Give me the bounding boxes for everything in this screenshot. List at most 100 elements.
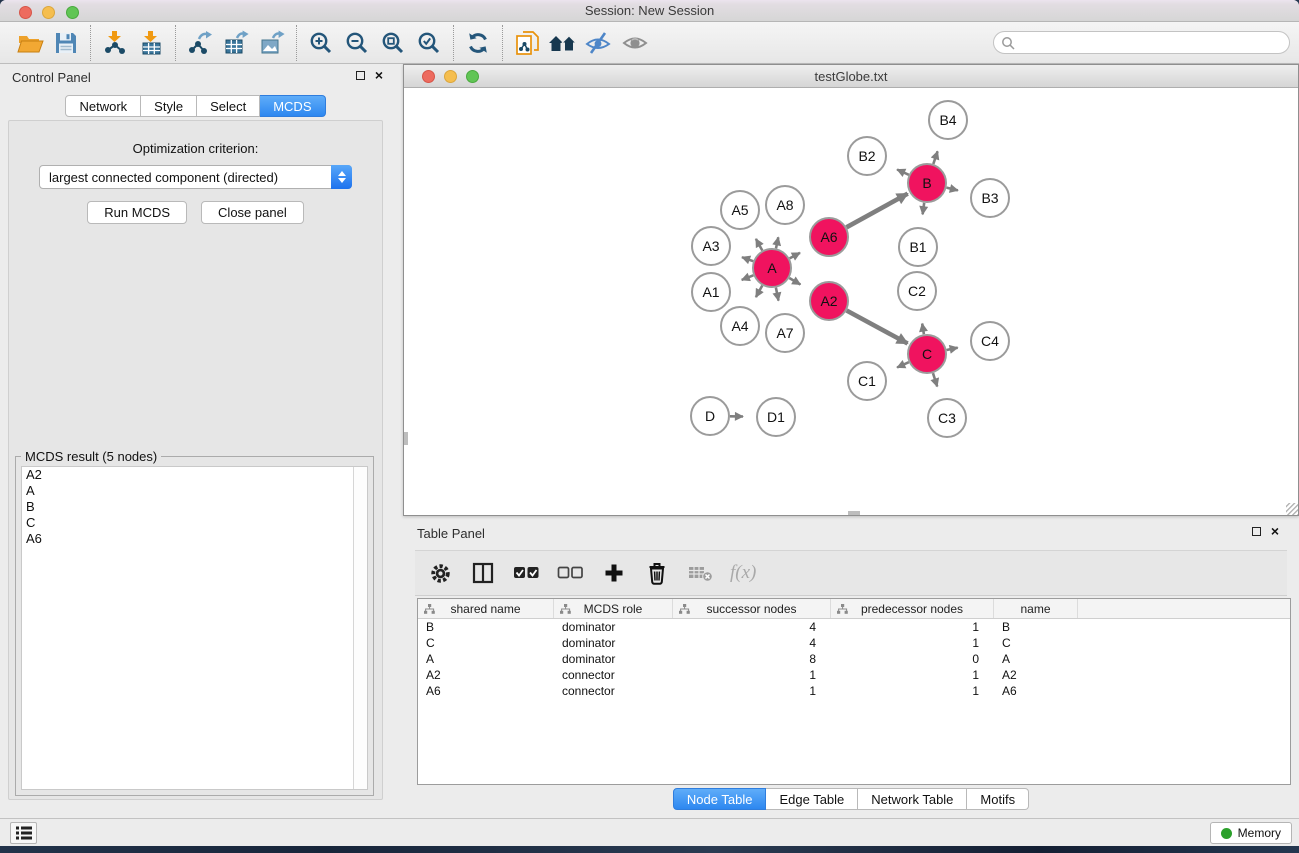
edge-A-A3[interactable] (742, 257, 753, 261)
network-vertical-scrollbar[interactable] (404, 432, 408, 445)
search-box[interactable] (993, 31, 1290, 54)
graph-node-D[interactable]: D (691, 397, 729, 435)
column-header-predecessor-nodes[interactable]: predecessor nodes (831, 599, 994, 618)
table-cell[interactable]: 1 (831, 683, 994, 699)
column-header-successor-nodes[interactable]: successor nodes (673, 599, 831, 618)
edge-A-A1[interactable] (742, 275, 754, 280)
result-item[interactable]: A2 (22, 467, 367, 483)
close-panel-icon[interactable]: × (375, 70, 383, 80)
first-neighbors-button[interactable] (545, 26, 581, 60)
table-row[interactable]: Cdominator41C (418, 635, 1290, 651)
edge-A-A5[interactable] (756, 239, 762, 251)
result-item[interactable]: A (22, 483, 367, 499)
column-header-name[interactable]: name (994, 599, 1078, 618)
table-cell[interactable]: A (994, 651, 1078, 667)
close-panel-button[interactable]: Close panel (201, 201, 304, 224)
zoom-fit-button[interactable] (375, 26, 411, 60)
table-cell[interactable]: dominator (554, 619, 673, 635)
graph-node-C4[interactable]: C4 (971, 322, 1009, 360)
tab-edge-table[interactable]: Edge Table (766, 788, 858, 810)
table-cell[interactable] (1078, 667, 1290, 683)
export-table-button[interactable] (218, 26, 254, 60)
table-row[interactable]: Adominator80A (418, 651, 1290, 667)
table-cell[interactable] (1078, 619, 1290, 635)
resize-grip-icon[interactable] (1286, 503, 1298, 515)
edge-A-A6[interactable] (790, 253, 800, 259)
edge-A6-B[interactable] (847, 194, 908, 228)
network-canvas[interactable]: B4B2BB3A8A5A6A3B1AC2A1A2A4A7C4CC1C3DD1 (404, 88, 1298, 515)
result-item[interactable]: C (22, 515, 367, 531)
graph-node-A8[interactable]: A8 (766, 186, 804, 224)
graph-node-C3[interactable]: C3 (928, 399, 966, 437)
table-cell[interactable]: 8 (673, 651, 831, 667)
export-image-button[interactable] (254, 26, 290, 60)
delete-column-button[interactable] (644, 558, 670, 588)
deselect-all-columns-button[interactable] (557, 558, 584, 588)
table-cell[interactable]: connector (554, 683, 673, 699)
table-row[interactable]: Bdominator41B (418, 619, 1290, 635)
graph-node-B[interactable]: B (908, 164, 946, 202)
tab-network-table[interactable]: Network Table (858, 788, 967, 810)
tab-style[interactable]: Style (141, 95, 197, 117)
result-scrollbar[interactable] (353, 467, 367, 789)
table-float-panel-icon[interactable] (1252, 527, 1261, 536)
graph-node-B4[interactable]: B4 (929, 101, 967, 139)
table-cell[interactable]: 1 (831, 667, 994, 683)
hide-selected-button[interactable] (581, 26, 617, 60)
result-item[interactable]: A6 (22, 531, 367, 547)
table-cell[interactable]: A6 (994, 683, 1078, 699)
table-cell[interactable]: A (418, 651, 554, 667)
graph-node-C2[interactable]: C2 (898, 272, 936, 310)
tab-mcds[interactable]: MCDS (260, 95, 325, 117)
table-cell[interactable]: 4 (673, 635, 831, 651)
memory-button[interactable]: Memory (1210, 822, 1292, 844)
table-cell[interactable]: A2 (418, 667, 554, 683)
edge-C-C4[interactable] (947, 348, 958, 350)
graph-node-B3[interactable]: B3 (971, 179, 1009, 217)
edge-A-A2[interactable] (789, 278, 800, 285)
select-all-columns-button[interactable] (513, 558, 540, 588)
function-builder-button[interactable]: f(x) (730, 558, 756, 588)
table-cell[interactable]: dominator (554, 635, 673, 651)
table-cell[interactable]: 1 (673, 667, 831, 683)
delete-table-button[interactable] (687, 558, 713, 588)
graph-node-C1[interactable]: C1 (848, 362, 886, 400)
graph-node-C[interactable]: C (908, 335, 946, 373)
table-cell[interactable]: C (994, 635, 1078, 651)
edge-B-B3[interactable] (947, 188, 958, 191)
table-cell[interactable]: 0 (831, 651, 994, 667)
tab-select[interactable]: Select (197, 95, 260, 117)
graph-node-A4[interactable]: A4 (721, 307, 759, 345)
edge-B-B1[interactable] (923, 203, 925, 215)
tab-motifs[interactable]: Motifs (967, 788, 1029, 810)
tab-node-table[interactable]: Node Table (673, 788, 767, 810)
table-cell[interactable]: 4 (673, 619, 831, 635)
table-cell[interactable] (1078, 651, 1290, 667)
graph-node-A2[interactable]: A2 (810, 282, 848, 320)
graph-node-A6[interactable]: A6 (810, 218, 848, 256)
node-table[interactable]: shared nameMCDS rolesuccessor nodesprede… (417, 598, 1291, 785)
edge-C-C3[interactable] (933, 373, 937, 386)
zoom-selected-button[interactable] (411, 26, 447, 60)
show-all-button[interactable] (617, 26, 653, 60)
zoom-out-button[interactable] (339, 26, 375, 60)
edge-C-C1[interactable] (897, 362, 909, 367)
column-view-button[interactable] (470, 558, 496, 588)
table-cell[interactable]: connector (554, 667, 673, 683)
float-panel-icon[interactable] (356, 71, 365, 80)
open-file-button[interactable] (12, 26, 48, 60)
column-header-MCDS-role[interactable]: MCDS role (554, 599, 673, 618)
graph-node-A[interactable]: A (753, 249, 791, 287)
edge-B-B2[interactable] (897, 170, 909, 175)
graph-node-A3[interactable]: A3 (692, 227, 730, 265)
graph-node-A1[interactable]: A1 (692, 273, 730, 311)
table-cell[interactable]: B (994, 619, 1078, 635)
refresh-button[interactable] (460, 26, 496, 60)
edge-B-B4[interactable] (933, 151, 937, 164)
edge-A-A8[interactable] (776, 237, 778, 248)
edge-A-A7[interactable] (776, 288, 779, 301)
table-cell[interactable]: 1 (673, 683, 831, 699)
table-cell[interactable]: 1 (831, 619, 994, 635)
network-horizontal-scrollbar[interactable] (848, 511, 860, 515)
zoom-in-button[interactable] (303, 26, 339, 60)
